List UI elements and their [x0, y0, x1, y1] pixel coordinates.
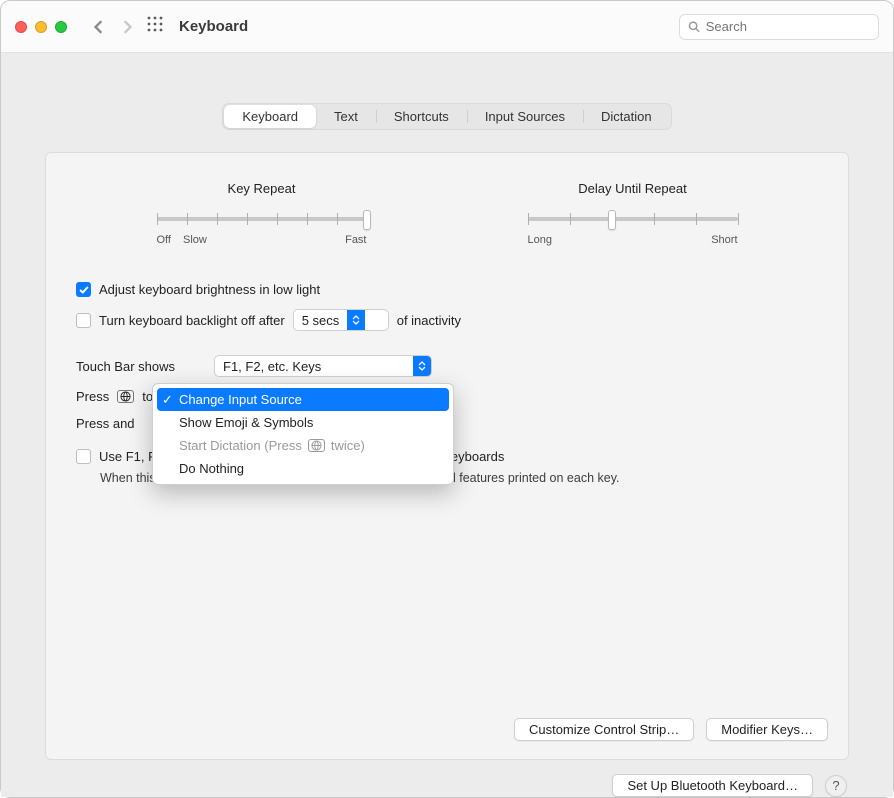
preferences-window: Keyboard KeyboardTextShortcutsInput Sour…	[0, 0, 894, 798]
minimize-window-button[interactable]	[35, 21, 47, 33]
press-hold-label: Press and	[76, 416, 135, 431]
use-fkeys-checkbox[interactable]	[76, 449, 91, 464]
touchbar-popup[interactable]: F1, F2, etc. Keys	[214, 355, 432, 377]
panel-footer-buttons: Customize Control Strip… Modifier Keys…	[514, 718, 828, 741]
backlight-off-row: Turn keyboard backlight off after 5 secs…	[76, 309, 818, 331]
under-panel-row: Set Up Bluetooth Keyboard… ?	[45, 760, 849, 797]
backlight-off-checkbox[interactable]	[76, 313, 91, 328]
menu-item-3[interactable]: Do Nothing	[157, 457, 449, 480]
key-repeat-track[interactable]	[157, 210, 367, 230]
adjust-brightness-label: Adjust keyboard brightness in low light	[99, 282, 320, 297]
delay-track[interactable]	[528, 210, 738, 230]
tab-input-sources[interactable]: Input Sources	[467, 105, 583, 128]
tab-keyboard[interactable]: Keyboard	[224, 105, 316, 128]
search-field[interactable]	[679, 14, 879, 40]
kr-track-knob[interactable]	[363, 210, 371, 230]
dl-track-knob[interactable]	[608, 210, 616, 230]
touchbar-label: Touch Bar shows	[76, 359, 206, 374]
forward-button[interactable]	[113, 13, 141, 41]
menu-item-0[interactable]: ✓Change Input Source	[157, 388, 449, 411]
touchbar-row: Touch Bar shows F1, F2, etc. Keys	[76, 355, 818, 377]
window-title: Keyboard	[179, 18, 248, 35]
tab-text[interactable]: Text	[316, 105, 376, 128]
close-window-button[interactable]	[15, 21, 27, 33]
show-all-icon[interactable]	[147, 16, 163, 37]
press-globe-menu[interactable]: ✓Change Input SourceShow Emoji & Symbols…	[152, 383, 454, 485]
tab-dictation[interactable]: Dictation	[583, 105, 670, 128]
settings-panel: Key Repeat OffSlow Fast Delay Until Repe…	[45, 152, 849, 760]
check-icon: ✓	[162, 392, 173, 408]
key-repeat-label: Key Repeat	[228, 181, 296, 196]
backlight-off-popup[interactable]: 5 secs	[293, 309, 389, 331]
globe-key-icon	[117, 390, 134, 403]
bluetooth-keyboard-button[interactable]: Set Up Bluetooth Keyboard…	[612, 774, 813, 797]
delay-slider: Delay Until Repeat Long Short	[513, 181, 753, 246]
content-area: KeyboardTextShortcutsInput SourcesDictat…	[1, 53, 893, 797]
modifier-keys-button[interactable]: Modifier Keys…	[706, 718, 828, 741]
globe-key-icon	[308, 439, 325, 452]
titlebar: Keyboard	[1, 1, 893, 53]
popup-arrows-icon	[347, 310, 365, 330]
search-input[interactable]	[706, 19, 870, 34]
adjust-brightness-row: Adjust keyboard brightness in low light	[76, 282, 818, 297]
delay-sublabels: Long Short	[528, 234, 738, 246]
menu-item-1[interactable]: Show Emoji & Symbols	[157, 411, 449, 434]
help-button[interactable]: ?	[825, 775, 847, 797]
key-repeat-slider: Key Repeat OffSlow Fast	[142, 181, 382, 246]
zoom-window-button[interactable]	[55, 21, 67, 33]
tabbar: KeyboardTextShortcutsInput SourcesDictat…	[222, 103, 671, 130]
key-repeat-sublabels: OffSlow Fast	[157, 234, 367, 246]
delay-label: Delay Until Repeat	[578, 181, 686, 196]
search-icon	[688, 20, 700, 33]
back-button[interactable]	[85, 13, 113, 41]
customize-control-strip-button[interactable]: Customize Control Strip…	[514, 718, 694, 741]
press-globe-label-pre: Press	[76, 389, 109, 404]
press-globe-row: Press to ✓Change Input SourceShow Emoji …	[76, 389, 818, 404]
sliders-row: Key Repeat OffSlow Fast Delay Until Repe…	[76, 181, 818, 246]
window-controls	[15, 21, 67, 33]
popup-arrows-icon	[413, 356, 431, 376]
adjust-brightness-checkbox[interactable]	[76, 282, 91, 297]
backlight-off-label-post: of inactivity	[397, 313, 461, 328]
tab-shortcuts[interactable]: Shortcuts	[376, 105, 467, 128]
menu-item-2: Start Dictation (Press twice)	[157, 434, 449, 457]
backlight-off-label-pre: Turn keyboard backlight off after	[99, 313, 285, 328]
